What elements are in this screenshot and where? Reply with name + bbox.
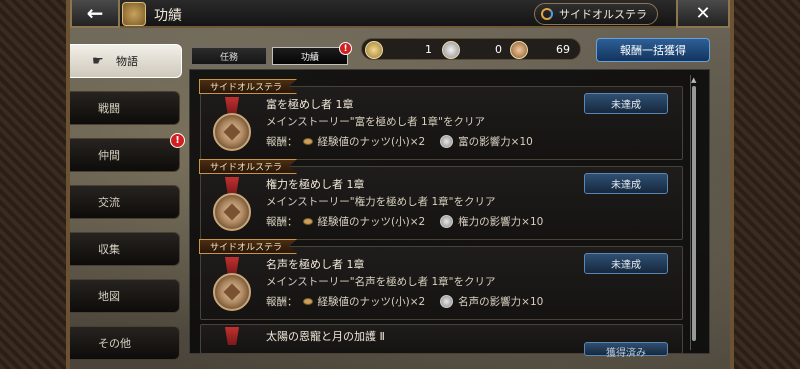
nut-icon xyxy=(302,138,313,145)
status-button[interactable]: 獲得済み xyxy=(584,342,668,359)
alert-badge-icon: ! xyxy=(339,42,352,55)
right-border-frame xyxy=(730,0,800,369)
power-influence-icon xyxy=(440,215,454,228)
bronze-medal-count: 69 xyxy=(556,43,570,56)
tab-label: 功績 xyxy=(300,52,319,63)
tab-achievements[interactable]: 功績 ! xyxy=(272,42,352,65)
sidebar-item-label: 戦闘 xyxy=(98,102,120,115)
sidebar-item-map[interactable]: 地図 xyxy=(70,279,180,313)
category-ribbon: サイドオルステラ xyxy=(199,79,298,94)
status-button[interactable]: 未達成 xyxy=(584,93,668,114)
reward-item: 権力の影響力×10 xyxy=(458,216,544,228)
nut-icon xyxy=(302,218,313,225)
scroll-up-icon[interactable]: ▲ xyxy=(691,76,696,84)
reward-item: 名声の影響力×10 xyxy=(458,296,544,308)
side-orsterra-button[interactable]: サイドオルステラ xyxy=(534,3,658,25)
wealth-influence-icon xyxy=(440,135,454,148)
reward-label: 報酬： xyxy=(266,136,298,148)
bronze-medal-icon xyxy=(510,41,528,59)
achievement-description: メインストーリー"名声を極めし者 1章"をクリア xyxy=(266,276,496,288)
sidebar-item-label: 交流 xyxy=(98,196,120,209)
tab-label: 任務 xyxy=(219,52,238,63)
reward-item: 経験値のナッツ(小)×2 xyxy=(317,216,426,228)
sidebar-item-story[interactable]: ☛ 物語 xyxy=(70,44,182,78)
back-button[interactable]: ← xyxy=(70,0,120,28)
sidebar-item-label: 地図 xyxy=(98,290,120,303)
claim-all-rewards-button[interactable]: 報酬一括獲得 xyxy=(596,38,710,62)
silver-medal-icon xyxy=(442,41,460,59)
achievement-rewards: 報酬： 経験値のナッツ(小)×2 富の影響力×10 xyxy=(266,134,533,149)
sidebar-item-label: 収集 xyxy=(98,243,120,256)
tab-missions[interactable]: 任務 xyxy=(191,47,267,65)
sidebar-item-other[interactable]: その他 xyxy=(70,326,180,360)
status-button[interactable]: 未達成 xyxy=(584,253,668,274)
achievement-emblem-icon xyxy=(122,2,146,26)
reward-label: 報酬： xyxy=(266,216,298,228)
achievement-card: 太陽の恩寵と月の加護 Ⅱ 獲得済み xyxy=(200,324,683,359)
bronze-medal-icon xyxy=(213,113,251,151)
achievement-title: 権力を極めし者 1章 xyxy=(266,178,365,191)
fame-influence-icon xyxy=(440,295,454,308)
silver-medal-count: 0 xyxy=(495,43,502,56)
sidebar-item-collection[interactable]: 収集 xyxy=(70,232,180,266)
achievement-rewards: 報酬： 経験値のナッツ(小)×2 名声の影響力×10 xyxy=(266,294,543,309)
sidebar-item-label: その他 xyxy=(98,337,131,350)
achievement-card: サイドオルステラ 権力を極めし者 1章 メインストーリー"権力を極めし者 1章"… xyxy=(199,159,683,240)
gold-medal-icon xyxy=(365,41,383,59)
reward-item: 富の影響力×10 xyxy=(458,136,533,148)
category-sidebar: ☛ 物語 戦闘 仲間 ! 交流 収集 地図 その他 xyxy=(70,44,185,369)
achievement-rewards: 報酬： 経験値のナッツ(小)×2 権力の影響力×10 xyxy=(266,214,543,229)
pointing-hand-icon: ☛ xyxy=(92,54,104,69)
category-ribbon: サイドオルステラ xyxy=(199,159,298,174)
achievement-description: メインストーリー"権力を極めし者 1章"をクリア xyxy=(266,196,496,208)
sidebar-item-battle[interactable]: 戦闘 xyxy=(70,91,180,125)
close-button[interactable]: ✕ xyxy=(676,0,730,28)
bronze-medal-icon xyxy=(213,193,251,231)
achievement-title: 名声を極めし者 1章 xyxy=(266,258,365,271)
achievement-card: サイドオルステラ 富を極めし者 1章 メインストーリー"富を極めし者 1章"をク… xyxy=(199,79,683,160)
nut-icon xyxy=(302,298,313,305)
achievement-description: メインストーリー"富を極めし者 1章"をクリア xyxy=(266,116,485,128)
bronze-medal-icon xyxy=(213,273,251,311)
reward-item: 経験値のナッツ(小)×2 xyxy=(317,296,426,308)
sidebar-item-label: 仲間 xyxy=(98,149,120,162)
status-button[interactable]: 未達成 xyxy=(584,173,668,194)
side-orsterra-label: サイドオルステラ xyxy=(559,8,647,21)
medal-ribbon-icon xyxy=(225,327,239,345)
scrollbar-thumb[interactable] xyxy=(692,86,696,341)
close-icon: ✕ xyxy=(695,2,711,24)
page-title: 功績 xyxy=(154,8,182,24)
sidebar-item-label: 物語 xyxy=(116,55,138,68)
back-arrow-icon: ← xyxy=(86,1,104,25)
sidebar-item-interaction[interactable]: 交流 xyxy=(70,185,180,219)
sync-icon xyxy=(541,8,553,20)
left-border-frame xyxy=(0,0,70,369)
alert-badge-icon: ! xyxy=(170,133,185,148)
reward-item: 経験値のナッツ(小)×2 xyxy=(317,136,426,148)
medal-counters: 1 0 69 xyxy=(361,38,581,60)
reward-label: 報酬： xyxy=(266,296,298,308)
achievement-title: 富を極めし者 1章 xyxy=(266,98,354,111)
achievement-card: サイドオルステラ 名声を極めし者 1章 メインストーリー"名声を極めし者 1章"… xyxy=(199,239,683,320)
sidebar-item-companions[interactable]: 仲間 ! xyxy=(70,133,185,172)
gold-medal-count: 1 xyxy=(425,43,432,56)
category-ribbon: サイドオルステラ xyxy=(199,239,298,254)
achievement-title: 太陽の恩寵と月の加護 Ⅱ xyxy=(266,330,385,343)
